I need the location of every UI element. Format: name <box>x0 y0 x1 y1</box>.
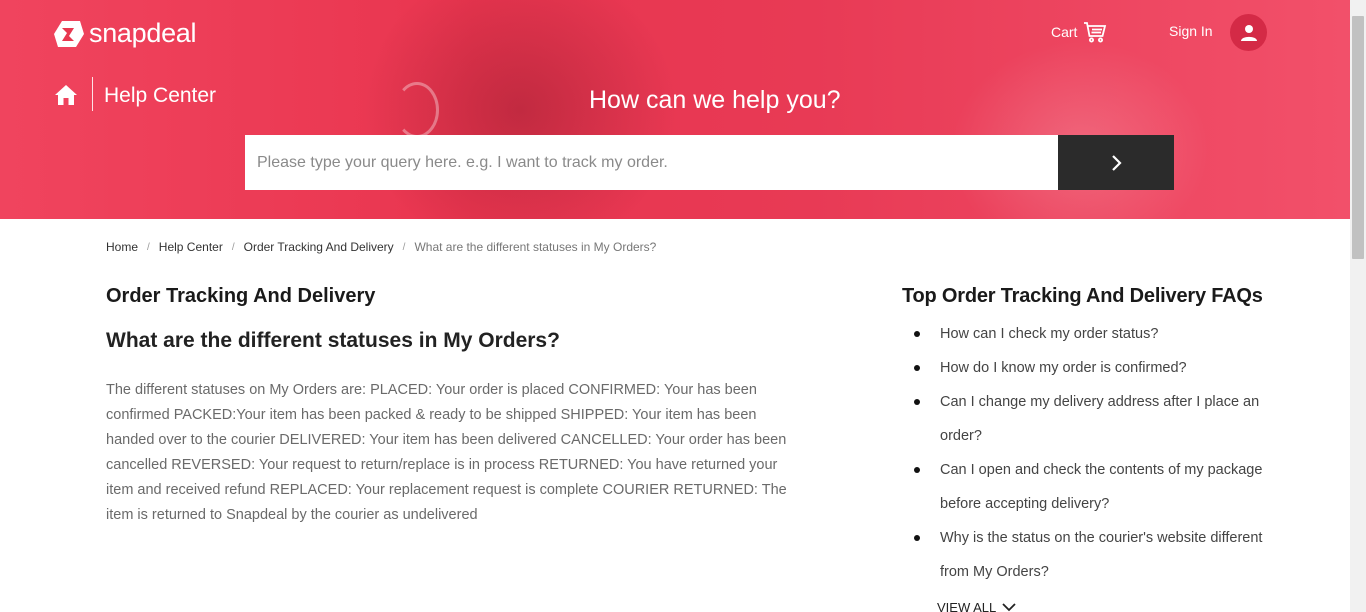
scrollbar-thumb[interactable] <box>1352 16 1364 259</box>
breadcrumb-current: What are the different statuses in My Or… <box>414 240 657 254</box>
faq-item[interactable]: Can I open and check the contents of my … <box>914 453 1264 521</box>
bullet-icon <box>914 331 920 337</box>
snapdeal-logo-icon <box>54 20 84 47</box>
faq-item[interactable]: How do I know my order is confirmed? <box>914 351 1264 385</box>
cart-label: Cart <box>1051 24 1078 40</box>
view-all-label: VIEW ALL <box>937 600 997 612</box>
breadcrumb-home[interactable]: Home <box>106 240 138 254</box>
faq-item[interactable]: How can I check my order status? <box>914 317 1264 351</box>
faq-sidebar-title: Top Order Tracking And Delivery FAQs <box>902 285 1263 307</box>
chevron-right-icon <box>1112 154 1122 171</box>
user-icon <box>1240 24 1257 41</box>
faq-item-label: Can I change my delivery address after I… <box>940 394 1260 444</box>
cart-icon <box>1084 22 1107 43</box>
bullet-icon <box>914 365 920 371</box>
faq-list: How can I check my order status? How do … <box>914 317 1264 589</box>
faq-item[interactable]: Why is the status on the courier's websi… <box>914 521 1264 589</box>
chevron-down-icon <box>1002 603 1016 612</box>
header-divider <box>92 77 93 111</box>
hero-background-headset <box>395 82 439 138</box>
faq-item-label: Why is the status on the courier's websi… <box>940 530 1263 580</box>
snapdeal-logo[interactable]: snapdeal <box>54 18 197 49</box>
search-input[interactable] <box>245 135 1058 190</box>
help-center-title[interactable]: Help Center <box>104 84 216 108</box>
faq-item-label: How do I know my order is confirmed? <box>940 360 1187 376</box>
breadcrumb: Home / Help Center / Order Tracking And … <box>106 240 656 254</box>
bullet-icon <box>914 535 920 541</box>
home-button[interactable] <box>55 85 77 110</box>
help-center-page: snapdeal Cart Sign In Help Center How ca… <box>0 0 1366 612</box>
section-title: Order Tracking And Delivery <box>106 285 376 307</box>
faq-item-label: Can I open and check the contents of my … <box>940 462 1263 512</box>
breadcrumb-separator: / <box>402 241 406 253</box>
home-icon <box>55 85 77 105</box>
faq-item[interactable]: Can I change my delivery address after I… <box>914 385 1264 453</box>
answer-text: The different statuses on My Orders are:… <box>106 382 787 523</box>
breadcrumb-help-center[interactable]: Help Center <box>159 240 223 254</box>
hero-background-highlight <box>950 40 1210 219</box>
breadcrumb-order-tracking[interactable]: Order Tracking And Delivery <box>244 240 394 254</box>
view-all-button[interactable]: VIEW ALL <box>937 600 1016 612</box>
hero-heading: How can we help you? <box>589 86 841 114</box>
breadcrumb-separator: / <box>231 241 235 253</box>
search-submit-button[interactable] <box>1058 135 1174 190</box>
bullet-icon <box>914 399 920 405</box>
logo-wordmark: snapdeal <box>89 18 197 48</box>
question-title: What are the different statuses in My Or… <box>106 329 560 352</box>
user-avatar-button[interactable] <box>1230 14 1267 51</box>
bullet-icon <box>914 467 920 473</box>
breadcrumb-separator: / <box>147 241 150 253</box>
sign-in-link[interactable]: Sign In <box>1169 23 1213 39</box>
faq-item-label: How can I check my order status? <box>940 326 1159 342</box>
cart-button[interactable]: Cart <box>1051 20 1107 44</box>
